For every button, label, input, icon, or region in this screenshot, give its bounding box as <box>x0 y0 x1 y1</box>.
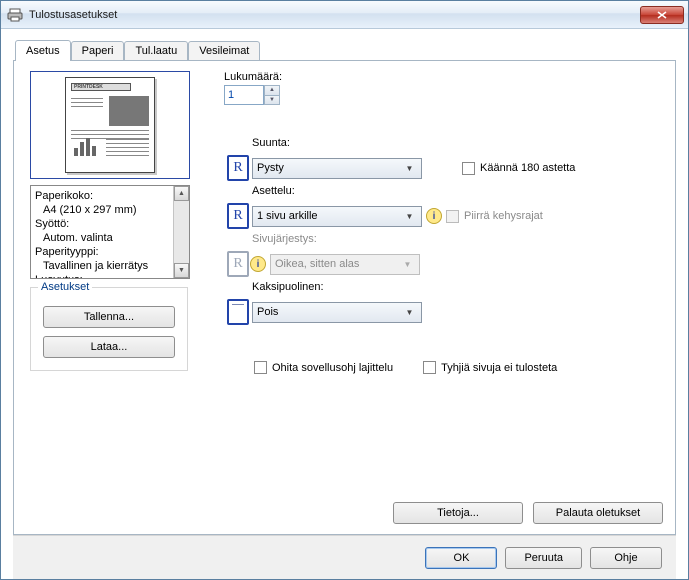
info-output-label: Luovutus: <box>35 273 189 279</box>
scroll-down-icon[interactable]: ▼ <box>174 263 189 278</box>
orientation-value: Pysty <box>257 162 402 174</box>
tab-panel-setup: PRINTDESK <box>13 60 676 535</box>
restore-defaults-button[interactable]: Palauta oletukset <box>533 502 663 524</box>
footer-buttons: OK Peruuta Ohje <box>13 535 676 579</box>
client-area: Asetus Paperi Tul.laatu Vesileimat PRINT… <box>1 29 688 579</box>
info-source-value: Autom. valinta <box>35 231 189 245</box>
info-type-value: Tavallinen ja kierrätys <box>35 259 189 273</box>
titlebar[interactable]: Tulostusasetukset <box>1 1 688 29</box>
rotate-180-checkbox[interactable]: Käännä 180 astetta <box>462 162 575 175</box>
duplex-icon <box>227 299 249 325</box>
layout-label: Asettelu: <box>252 185 422 197</box>
skip-app-sort-checkbox[interactable]: Ohita sovellusohj lajittelu <box>254 361 393 374</box>
paper-info-box: Paperikoko: A4 (210 x 297 mm) Syöttö: Au… <box>30 185 190 279</box>
pageorder-icon: R <box>227 251 249 277</box>
layout-combo[interactable]: 1 sivu arkille ▼ <box>252 206 422 227</box>
orientation-combo[interactable]: Pysty ▼ <box>252 158 422 179</box>
preview-document-icon: PRINTDESK <box>65 77 155 173</box>
draw-frames-checkbox: Piirrä kehysrajat <box>446 210 543 223</box>
pageorder-label: Sivujärjestys: <box>252 233 422 245</box>
save-settings-button[interactable]: Tallenna... <box>43 306 175 328</box>
print-settings-window: Tulostusasetukset Asetus Paperi Tul.laat… <box>0 0 689 580</box>
info-papersize-label: Paperikoko: <box>35 189 189 203</box>
window-title: Tulostusasetukset <box>29 9 640 21</box>
close-button[interactable] <box>640 6 684 24</box>
right-area: Lukumäärä: ▲ ▼ Suunta: R Pysty <box>224 71 663 378</box>
help-bubble-icon[interactable]: i <box>426 208 442 224</box>
settings-legend: Asetukset <box>38 281 92 293</box>
layout-value: 1 sivu arkille <box>257 210 402 222</box>
about-button[interactable]: Tietoja... <box>393 502 523 524</box>
load-settings-button[interactable]: Lataa... <box>43 336 175 358</box>
draw-frames-label: Piirrä kehysrajat <box>464 210 543 222</box>
ok-button[interactable]: OK <box>425 547 497 569</box>
tab-quality[interactable]: Tul.laatu <box>124 41 188 61</box>
skip-blank-pages-label: Tyhjiä sivuja ei tulosteta <box>441 362 557 374</box>
preview-brand: PRINTDESK <box>71 83 131 91</box>
orientation-portrait-icon: R <box>227 155 249 181</box>
chevron-down-icon: ▼ <box>402 308 417 317</box>
copies-up-icon[interactable]: ▲ <box>264 85 280 95</box>
pageorder-combo: Oikea, sitten alas ▼ <box>270 254 420 275</box>
tab-watermarks[interactable]: Vesileimat <box>188 41 260 61</box>
duplex-combo[interactable]: Pois ▼ <box>252 302 422 323</box>
help-button[interactable]: Ohje <box>590 547 662 569</box>
info-papersize-value: A4 (210 x 297 mm) <box>35 203 189 217</box>
pageorder-value: Oikea, sitten alas <box>275 258 400 270</box>
info-source-label: Syöttö: <box>35 217 189 231</box>
duplex-label: Kaksipuolinen: <box>252 281 422 293</box>
rotate-180-label: Käännä 180 astetta <box>480 162 575 174</box>
layout-icon: R <box>227 203 249 229</box>
chevron-down-icon: ▼ <box>402 164 417 173</box>
printer-icon <box>7 7 23 23</box>
info-type-label: Paperityyppi: <box>35 245 189 259</box>
help-bubble-icon[interactable]: i <box>250 256 266 272</box>
copies-label: Lukumäärä: <box>224 71 663 83</box>
skip-app-sort-label: Ohita sovellusohj lajittelu <box>272 362 393 374</box>
copies-input[interactable] <box>224 85 264 105</box>
copies-down-icon[interactable]: ▼ <box>264 95 280 106</box>
info-scrollbar[interactable]: ▲ ▼ <box>173 186 189 278</box>
left-column: PRINTDESK <box>30 71 210 371</box>
cancel-button[interactable]: Peruuta <box>505 547 582 569</box>
scroll-up-icon[interactable]: ▲ <box>174 186 189 201</box>
tab-paper[interactable]: Paperi <box>71 41 125 61</box>
tab-strip: Asetus Paperi Tul.laatu Vesileimat <box>15 39 676 60</box>
settings-group: Asetukset Tallenna... Lataa... <box>30 287 188 371</box>
chevron-down-icon: ▼ <box>402 212 417 221</box>
panel-button-row: Tietoja... Palauta oletukset <box>393 502 663 524</box>
tab-setup[interactable]: Asetus <box>15 40 71 61</box>
chevron-down-icon: ▼ <box>400 260 415 269</box>
duplex-value: Pois <box>257 306 402 318</box>
paper-info-text: Paperikoko: A4 (210 x 297 mm) Syöttö: Au… <box>31 186 189 279</box>
skip-blank-pages-checkbox[interactable]: Tyhjiä sivuja ei tulosteta <box>423 361 557 374</box>
page-preview: PRINTDESK <box>30 71 190 179</box>
copies-spinner: ▲ ▼ <box>224 85 663 105</box>
orientation-label: Suunta: <box>252 137 422 149</box>
